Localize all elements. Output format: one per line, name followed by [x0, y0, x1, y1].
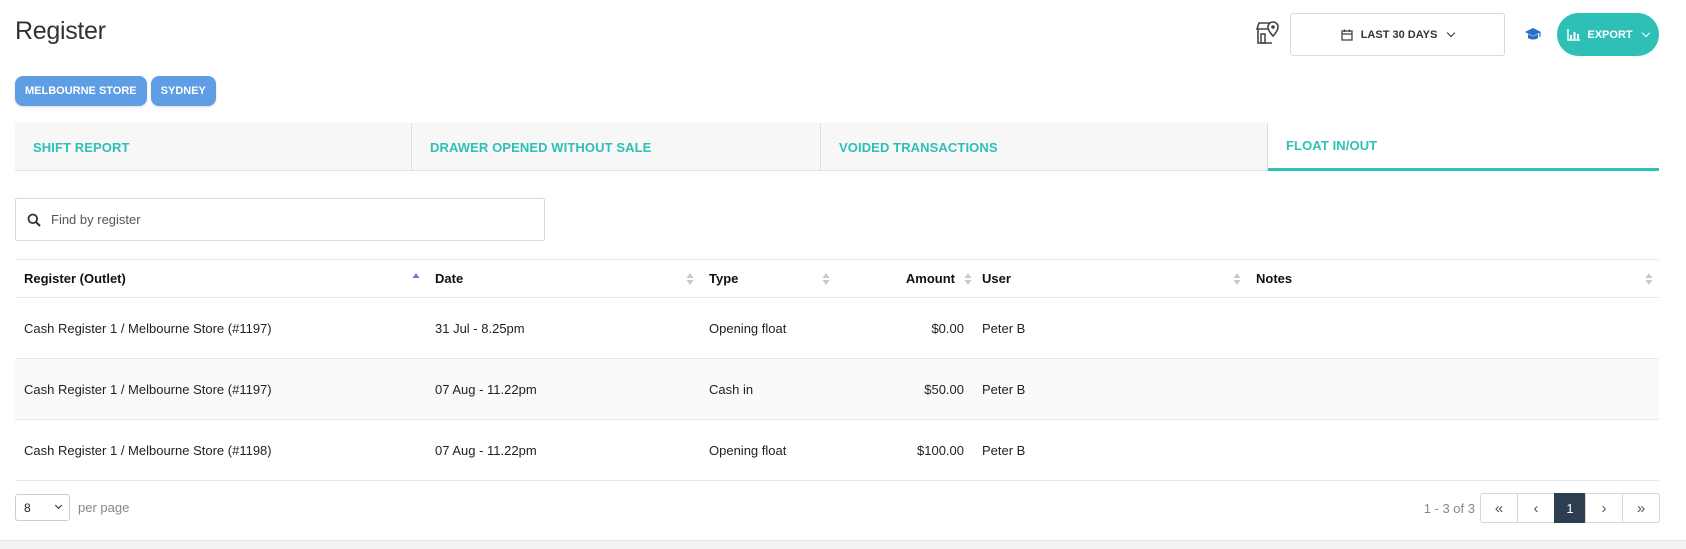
cell-register: Cash Register 1 / Melbourne Store (#1197…: [15, 358, 426, 420]
sort-icon: [964, 273, 972, 285]
column-header-notes[interactable]: Notes: [1247, 259, 1659, 298]
cell-amount: $50.00: [836, 358, 973, 420]
sort-icon: [1233, 273, 1241, 285]
per-page-select[interactable]: 8: [15, 494, 70, 521]
cell-user: Peter B: [973, 358, 1247, 420]
cell-user: Peter B: [973, 419, 1247, 481]
calendar-icon: [1341, 29, 1353, 41]
sort-icon: [822, 273, 830, 285]
date-range-label: LAST 30 DAYS: [1360, 28, 1438, 41]
sort-icon: [686, 273, 694, 285]
tab-shift-report[interactable]: SHIFT REPORT: [15, 123, 412, 171]
page-title: Register: [15, 17, 106, 45]
cell-register: Cash Register 1 / Melbourne Store (#1197…: [15, 297, 426, 359]
sort-icon: [1645, 273, 1653, 285]
cell-amount: $0.00: [836, 297, 973, 359]
per-page-value: 8: [24, 500, 31, 515]
per-page-control: 8 per page: [15, 494, 129, 521]
column-header-register[interactable]: Register (Outlet): [15, 259, 426, 298]
chevron-down-icon: [54, 501, 63, 510]
pagination: 1 - 3 of 3 « ‹ 1 › »: [1424, 493, 1660, 523]
register-search: [15, 198, 545, 241]
tab-float-in-out[interactable]: FLOAT IN/OUT: [1268, 123, 1659, 171]
column-header-type[interactable]: Type: [700, 259, 836, 298]
tab-drawer-opened-without-sale[interactable]: DRAWER OPENED WITHOUT SALE: [412, 123, 821, 171]
date-range-dropdown[interactable]: LAST 30 DAYS: [1290, 13, 1505, 56]
cell-date: 07 Aug - 11.22pm: [426, 358, 700, 420]
pagination-range: 1 - 3 of 3: [1423, 500, 1475, 516]
cell-date: 31 Jul - 8.25pm: [426, 297, 700, 359]
column-header-user[interactable]: User: [973, 259, 1247, 298]
cell-type: Opening float: [700, 419, 836, 481]
cell-user: Peter B: [973, 297, 1247, 359]
search-input[interactable]: [51, 212, 531, 227]
cell-notes: [1247, 297, 1659, 359]
chevron-down-icon: [1641, 28, 1650, 37]
per-page-label: per page: [78, 500, 130, 515]
column-header-date[interactable]: Date: [426, 259, 700, 298]
cell-notes: [1247, 358, 1659, 420]
export-button[interactable]: EXPORT: [1557, 13, 1659, 56]
export-label: EXPORT: [1587, 28, 1633, 41]
outlet-filter-chips: MELBOURNE STORE SYDNEY: [15, 76, 216, 106]
cell-notes: [1247, 419, 1659, 481]
cell-type: Cash in: [700, 358, 836, 420]
current-page-button[interactable]: 1: [1554, 493, 1586, 523]
cell-date: 07 Aug - 11.22pm: [426, 419, 700, 481]
outlet-chip-sydney[interactable]: SYDNEY: [150, 76, 216, 106]
cell-register: Cash Register 1 / Melbourne Store (#1198…: [15, 419, 426, 481]
store-location-icon[interactable]: [1255, 20, 1279, 46]
bar-chart-icon: [1567, 28, 1581, 41]
table-row[interactable]: Cash Register 1 / Melbourne Store (#1197…: [15, 358, 1659, 420]
first-page-button[interactable]: «: [1480, 493, 1518, 523]
column-header-amount[interactable]: Amount: [836, 259, 973, 298]
tab-voided-transactions[interactable]: VOIDED TRANSACTIONS: [821, 123, 1268, 171]
previous-page-button[interactable]: ‹: [1517, 493, 1555, 523]
search-icon: [27, 213, 41, 227]
last-page-button[interactable]: »: [1622, 493, 1660, 523]
graduation-cap-icon[interactable]: [1524, 26, 1542, 42]
cell-amount: $100.00: [836, 419, 973, 481]
table-row[interactable]: Cash Register 1 / Melbourne Store (#1197…: [15, 297, 1659, 359]
report-panel: Register LAST 30 DAYS EXPORT MELBOURNE S…: [0, 0, 1686, 541]
sort-ascending-icon: [412, 273, 420, 278]
table-header-row: Register (Outlet) Date Type Amount User …: [15, 259, 1659, 298]
report-tabs: SHIFT REPORT DRAWER OPENED WITHOUT SALE …: [15, 123, 1659, 171]
table-row[interactable]: Cash Register 1 / Melbourne Store (#1198…: [15, 419, 1659, 481]
float-table: Register (Outlet) Date Type Amount User …: [15, 259, 1659, 481]
next-page-button[interactable]: ›: [1585, 493, 1623, 523]
chevron-down-icon: [1447, 28, 1456, 37]
outlet-chip-melbourne-store[interactable]: MELBOURNE STORE: [15, 76, 147, 106]
cell-type: Opening float: [700, 297, 836, 359]
